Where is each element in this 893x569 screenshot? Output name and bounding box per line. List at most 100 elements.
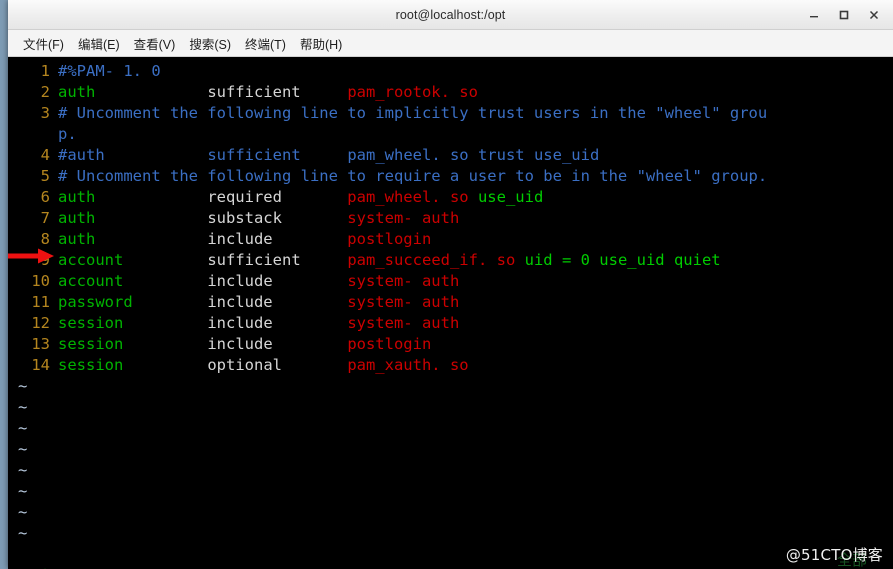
editor-line[interactable]: p. xyxy=(8,124,893,145)
line-number xyxy=(18,124,50,145)
code-token-ctrl xyxy=(95,83,207,101)
editor-line[interactable]: 8 auth include postlogin xyxy=(8,229,893,250)
code-token-mod: postlogin xyxy=(347,230,432,248)
code-token-cmt: # Uncomment the following line to implic… xyxy=(58,104,768,122)
line-number: 10 xyxy=(31,272,50,290)
code-token-mod: system- auth xyxy=(347,314,460,332)
line-number: 4 xyxy=(40,146,50,164)
editor-line[interactable]: 9 account sufficient pam_succeed_if. so u… xyxy=(8,250,893,271)
editor-line[interactable]: 5 # Uncomment the following line to requi… xyxy=(8,166,893,187)
code-token-ctrl xyxy=(301,251,348,269)
code-token-kw: session xyxy=(58,356,124,374)
code-token-mod: pam_succeed_if. so xyxy=(347,251,525,269)
editor-line[interactable]: 4 #auth sufficient pam_wheel. so trust us… xyxy=(8,145,893,166)
watermark: @51CTO博客 xyxy=(785,546,883,564)
code-token-ctrl xyxy=(123,314,207,332)
code-token-ctrl xyxy=(273,230,348,248)
code-token-cmt: pam_wheel. so trust use_uid xyxy=(347,146,600,164)
terminal-screen[interactable]: 1 #%PAM- 1. 0 2 auth sufficient pam_rootok.… xyxy=(8,57,893,569)
code-token-ctrl: optional xyxy=(207,356,282,374)
code-token-mod: system- auth xyxy=(347,272,460,290)
line-number: 2 xyxy=(40,83,50,101)
code-token-ctrl: include xyxy=(207,314,273,332)
maximize-icon[interactable] xyxy=(829,2,859,28)
empty-line-marker: ~ xyxy=(18,377,28,395)
code-token-mod: system- auth xyxy=(347,209,460,227)
menu-item-search[interactable]: 搜索(S) xyxy=(182,32,238,55)
editor-line[interactable]: 12 session include system- auth xyxy=(8,313,893,334)
menu-item-edit[interactable]: 编辑(E) xyxy=(71,32,127,55)
editor-line[interactable]: 2 auth sufficient pam_rootok. so xyxy=(8,82,893,103)
line-number: 5 xyxy=(40,167,50,185)
code-token-cmt: p. xyxy=(58,125,77,143)
close-icon[interactable] xyxy=(859,2,889,28)
empty-line-marker: ~ xyxy=(18,461,28,479)
window-titlebar[interactable]: root@localhost:/opt xyxy=(8,0,893,30)
code-token-kw: account xyxy=(58,251,124,269)
code-token-mod: postlogin xyxy=(347,335,432,353)
editor-line[interactable]: 10 account include system- auth xyxy=(8,271,893,292)
code-token-ctrl: include xyxy=(207,272,273,290)
editor-line[interactable]: 14 session optional pam_xauth. so xyxy=(8,355,893,376)
menu-item-terminal[interactable]: 终端(T) xyxy=(238,32,293,55)
line-number: 1 xyxy=(40,62,50,80)
line-number: 11 xyxy=(31,293,50,311)
code-token-kw: password xyxy=(58,293,133,311)
minimize-icon[interactable] xyxy=(799,2,829,28)
editor-line[interactable]: 1 #%PAM- 1. 0 xyxy=(8,61,893,82)
line-number: 6 xyxy=(40,188,50,206)
menu-item-help[interactable]: 帮助(H) xyxy=(293,32,349,55)
editor-line[interactable]: 7 auth substack system- auth xyxy=(8,208,893,229)
code-token-ctrl xyxy=(273,293,348,311)
code-token-kw: auth xyxy=(58,230,96,248)
vim-buffer[interactable]: 1 #%PAM- 1. 0 2 auth sufficient pam_rootok.… xyxy=(8,61,893,376)
menu-item-view[interactable]: 查看(V) xyxy=(127,32,183,55)
code-token-cmt xyxy=(301,146,348,164)
code-token-kw: auth xyxy=(58,83,96,101)
editor-line[interactable]: 6 auth required pam_wheel. so use_uid xyxy=(8,187,893,208)
code-token-ctrl: required xyxy=(207,188,282,206)
line-number: 7 xyxy=(40,209,50,227)
editor-line[interactable]: 3 # Uncomment the following line to impli… xyxy=(8,103,893,124)
code-token-kw: session xyxy=(58,314,124,332)
code-token-mod: system- auth xyxy=(347,293,460,311)
code-token-cmt: #auth xyxy=(58,146,105,164)
code-token-ctrl xyxy=(273,314,348,332)
vim-statusline: -- 插入 -- 6, 1 xyxy=(8,546,893,569)
line-number: 12 xyxy=(31,314,50,332)
empty-line-marker: ~ xyxy=(18,503,28,521)
window-controls xyxy=(799,2,893,28)
code-token-kw: account xyxy=(58,272,124,290)
code-token-kw: auth xyxy=(58,209,96,227)
menu-item-file[interactable]: 文件(F) xyxy=(16,32,71,55)
empty-line-marker: ~ xyxy=(18,524,28,542)
code-token-ctrl xyxy=(273,335,348,353)
window-title: root@localhost:/opt xyxy=(395,7,506,22)
desktop-root: root@localhost:/opt 文件(F) 编辑(E) 查看(V) 搜索… xyxy=(0,0,893,569)
editor-line[interactable]: 13 session include postlogin xyxy=(8,334,893,355)
vim-empty-lines: ~ ~ ~ ~ ~ ~ ~ ~ xyxy=(8,376,893,544)
menubar: 文件(F) 编辑(E) 查看(V) 搜索(S) 终端(T) 帮助(H) xyxy=(8,30,893,57)
empty-line-marker: ~ xyxy=(18,482,28,500)
code-token-kw: auth xyxy=(58,188,96,206)
editor-line[interactable]: 11 password include system- auth xyxy=(8,292,893,313)
code-token-arg: use_uid xyxy=(477,188,544,206)
code-token-ctrl xyxy=(282,209,347,227)
code-token-cmt: #%PAM- 1. 0 xyxy=(58,62,161,80)
code-token-ctrl xyxy=(282,356,347,374)
code-token-ctrl: include xyxy=(207,335,273,353)
code-token-ctrl: sufficient xyxy=(207,83,301,101)
code-token-ctrl xyxy=(273,272,348,290)
code-token-ctrl xyxy=(301,83,348,101)
code-token-ctrl: include xyxy=(207,293,273,311)
code-token-cmt: # Uncomment the following line to requir… xyxy=(58,167,768,185)
line-number: 13 xyxy=(31,335,50,353)
code-token-kw: session xyxy=(58,335,124,353)
line-number: 3 xyxy=(40,104,50,122)
empty-line-marker: ~ xyxy=(18,440,28,458)
code-token-ctrl xyxy=(123,251,207,269)
line-number: 9 xyxy=(40,251,50,269)
code-token-ctrl: sufficient xyxy=(207,251,301,269)
code-token-ctrl xyxy=(123,335,207,353)
code-token-ctrl: substack xyxy=(207,209,282,227)
